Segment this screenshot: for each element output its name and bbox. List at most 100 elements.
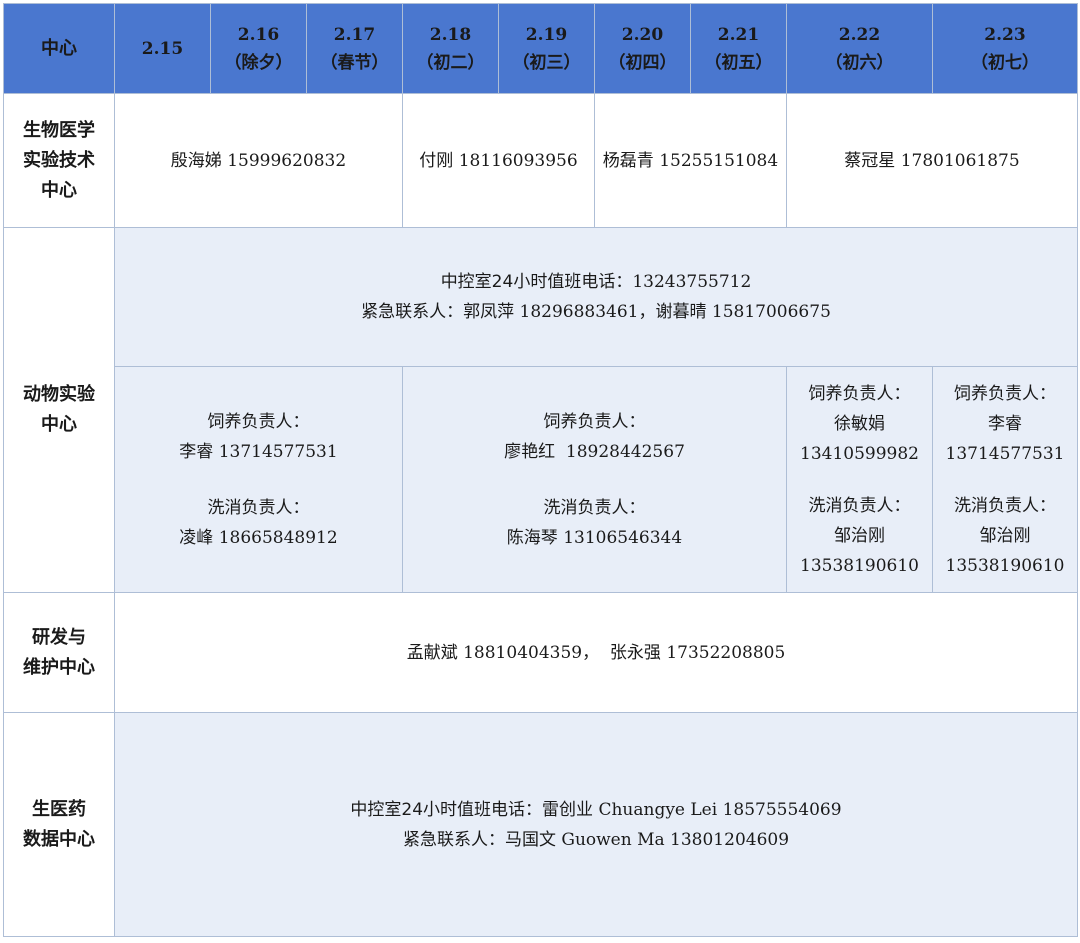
duty-person: 蔡冠星 <box>844 150 896 171</box>
header-date: 2.15 <box>141 38 184 59</box>
header-date-cell: 2.15 <box>114 3 211 94</box>
feed-person: 徐敏娟 <box>834 413 885 434</box>
animal-staff-cell: 饲养负责人： 廖艳红 18928442567 洗消负责人： 陈海琴 131065… <box>402 366 787 593</box>
control-room-line: 中控室24小时值班电话：13243755712 <box>115 267 1077 297</box>
wash-phone: 18665848912 <box>218 527 338 548</box>
animal-control-row: 动物实验 中心 中控室24小时值班电话：13243755712 紧急联系人：郭凤… <box>3 227 1078 593</box>
header-holiday: （初四） <box>608 52 677 73</box>
header-holiday: （初六） <box>825 52 894 73</box>
pharma-center-name: 生医药 数据中心 <box>3 712 115 937</box>
rnd-center-name: 研发与 维护中心 <box>3 592 115 713</box>
header-date-cell: 2.16 （除夕） <box>210 3 307 94</box>
wash-person: 陈海琴 <box>506 527 558 548</box>
feed-label: 饲养负责人： <box>954 383 1056 404</box>
center-name-line: 动物实验 <box>23 384 95 405</box>
duty-phone: 17801061875 <box>900 150 1020 171</box>
center-name-line: 实验技术 <box>23 149 95 171</box>
duty-person: 孟献斌 <box>406 642 458 663</box>
control-room-label: 中控室24小时值班电话：雷创业 <box>350 799 594 820</box>
biomed-row: 生物医学 实验技术 中心 殷海娣 15999620832 付刚 18116093… <box>3 93 1078 228</box>
wash-phone: 13106546344 <box>563 527 683 548</box>
header-date-cell: 2.22 （初六） <box>786 3 933 94</box>
duty-phone: 18116093956 <box>458 150 578 171</box>
feed-phone: 13714577531 <box>945 443 1065 464</box>
duty-person: 殷海娣 <box>170 150 222 171</box>
header-holiday: （初五） <box>704 52 773 73</box>
feed-contact: 李睿 13714577531 <box>115 437 402 467</box>
duty-phone: 15255151084 <box>659 150 779 171</box>
header-date-cell: 2.18 （初二） <box>402 3 499 94</box>
animal-control-cell: 中控室24小时值班电话：13243755712 紧急联系人：郭凤萍 182968… <box>114 227 1078 367</box>
emergency-contact-phone: 13801204609 <box>670 829 790 850</box>
emergency-contact-phone: 15817006675 <box>711 302 831 322</box>
control-room-name-en: Chuangye Lei <box>598 799 718 820</box>
duty-phone: 15999620832 <box>227 150 347 171</box>
header-date: 2.16 <box>237 24 280 45</box>
separator: ， <box>582 642 600 663</box>
wash-contact: 凌峰 18665848912 <box>115 523 402 553</box>
feed-label: 饲养负责人： <box>808 383 911 404</box>
emergency-contact-line: 紧急联系人：郭凤萍 18296883461，谢暮晴 15817006675 <box>115 297 1077 327</box>
header-date: 2.21 <box>717 24 760 45</box>
rnd-duty-cell: 孟献斌 18810404359， 张永强 17352208805 <box>114 592 1078 713</box>
header-holiday: （初七） <box>971 52 1039 73</box>
header-date: 2.19 <box>525 24 568 45</box>
biomed-duty-cell: 杨磊青 15255151084 <box>594 93 787 228</box>
emergency-contact-name-en: Guowen Ma <box>561 829 665 850</box>
center-name-line: 维护中心 <box>23 656 95 678</box>
feed-person: 李睿 <box>179 441 214 462</box>
biomed-center-name: 生物医学 实验技术 中心 <box>3 93 115 228</box>
feed-phone: 13714577531 <box>218 441 338 462</box>
duty-person: 付刚 <box>419 150 454 171</box>
header-holiday: （初三） <box>512 52 581 73</box>
header-date-cell: 2.20 （初四） <box>594 3 691 94</box>
center-name-line: 生物医学 <box>23 119 95 141</box>
header-date: 2.18 <box>429 24 472 45</box>
pharma-duty-cell: 中控室24小时值班电话：雷创业 Chuangye Lei 18575554069… <box>114 712 1078 937</box>
header-center-label: 中心 <box>3 3 115 94</box>
center-name-line: 中心 <box>41 179 77 201</box>
wash-person: 邹治刚 <box>834 525 885 546</box>
emergency-contact-label: 紧急联系人：马国文 <box>402 829 556 850</box>
header-holiday: （初二） <box>416 52 485 73</box>
duty-person: 张永强 <box>609 642 661 663</box>
control-room-label: 中控室24小时值班电话： <box>440 272 633 292</box>
wash-label: 洗消负责人： <box>207 497 310 518</box>
control-room-phone: 13243755712 <box>632 272 752 292</box>
animal-staff-cell: 饲养负责人： 李睿 13714577531 洗消负责人： 邹治刚 1353819… <box>932 366 1078 593</box>
emergency-contact-phone: 18296883461 <box>519 302 639 322</box>
header-date-cell: 2.17 （春节） <box>306 3 403 94</box>
header-holiday: （除夕） <box>224 52 293 73</box>
feed-phone: 18928442567 <box>565 441 685 462</box>
center-name-line: 数据中心 <box>23 828 95 850</box>
header-date: 2.17 <box>333 24 376 45</box>
header-date: 2.20 <box>621 24 664 45</box>
center-name-line: 生医药 <box>32 798 86 820</box>
duty-schedule: 中心 2.15 2.16 （除夕） 2.17 （春节） 2.18 （初二） 2.19 （… <box>0 0 1080 943</box>
header-date-cell: 2.21 （初五） <box>690 3 787 94</box>
biomed-duty-cell: 付刚 18116093956 <box>402 93 595 228</box>
wash-label: 洗消负责人： <box>543 497 646 518</box>
rnd-row: 研发与 维护中心 孟献斌 18810404359， 张永强 1735220880… <box>3 592 1078 713</box>
feed-person: 廖艳红 <box>504 441 556 462</box>
duty-person: 杨磊青 <box>602 150 654 171</box>
emergency-contact-label: 紧急联系人：郭凤萍 <box>361 302 515 322</box>
duty-schedule-table: 中心 2.15 2.16 （除夕） 2.17 （春节） 2.18 （初二） 2.19 （… <box>3 3 1078 937</box>
wash-person: 凌峰 <box>179 527 214 548</box>
header-date-cell: 2.23 （初七） <box>932 3 1078 94</box>
header-date: 2.22 <box>838 24 881 45</box>
feed-phone: 13410599982 <box>800 443 919 464</box>
pharma-row: 生医药 数据中心 中控室24小时值班电话：雷创业 Chuangye Lei 18… <box>3 712 1078 937</box>
animal-staff-row: 饲养负责人： 李睿 13714577531 洗消负责人： 凌峰 18665848… <box>4 366 1078 593</box>
wash-contact: 陈海琴 13106546344 <box>403 523 786 553</box>
biomed-duty-cell: 殷海娣 15999620832 <box>114 93 403 228</box>
animal-staff-cell: 饲养负责人： 徐敏娟 13410599982 洗消负责人： 邹治刚 135381… <box>786 366 933 593</box>
center-name-line: 中心 <box>41 414 77 435</box>
duty-phone: 18810404359 <box>463 642 583 663</box>
header-date: 2.23 <box>984 24 1026 45</box>
wash-label: 洗消负责人： <box>954 495 1056 516</box>
wash-label: 洗消负责人： <box>808 495 911 516</box>
center-name-line: 研发与 <box>32 626 86 648</box>
header-date-cell: 2.19 （初三） <box>498 3 595 94</box>
header-row: 中心 2.15 2.16 （除夕） 2.17 （春节） 2.18 （初二） 2.19 （… <box>3 3 1078 94</box>
